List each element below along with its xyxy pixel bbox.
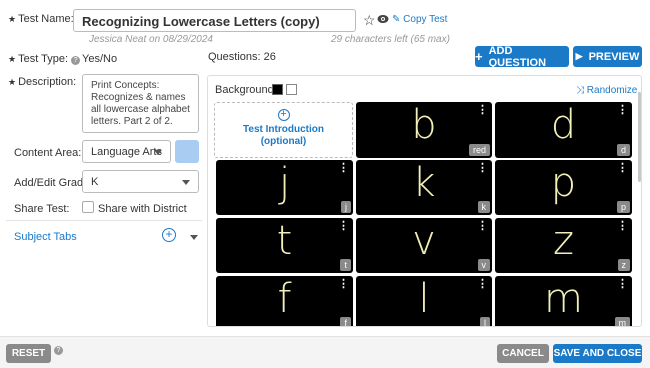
grade-label: Add/Edit Grade: xyxy=(14,177,93,189)
test-type-label: ★ Test Type: ? xyxy=(8,53,81,65)
more-icon[interactable]: ⋮ xyxy=(338,163,349,174)
question-card[interactable]: t ⋮ t xyxy=(216,218,353,273)
share-checkbox[interactable] xyxy=(82,201,94,213)
description-label: ★ Description: xyxy=(8,76,77,88)
more-icon[interactable]: ⋮ xyxy=(617,105,628,116)
preview-button[interactable]: ▶ PREVIEW xyxy=(573,46,642,67)
chevron-down-icon xyxy=(182,180,190,185)
question-card[interactable]: p ⋮ p xyxy=(495,160,632,215)
background-label: Background: xyxy=(215,84,277,96)
grade-select[interactable]: K xyxy=(82,170,199,193)
scrollbar[interactable] xyxy=(638,92,641,182)
star-icon[interactable]: ☆ xyxy=(363,12,376,29)
card-letter: z xyxy=(553,218,574,264)
eye-icon[interactable] xyxy=(377,14,389,27)
card-letter: f xyxy=(277,276,292,322)
card-letter: m xyxy=(544,276,583,322)
question-card[interactable]: f ⋮ f xyxy=(216,276,353,326)
randomize-link[interactable]: ⤨ Randomize xyxy=(576,85,637,96)
cancel-button[interactable]: CANCEL xyxy=(497,344,549,363)
reset-button[interactable]: RESET xyxy=(6,344,51,363)
background-black-swatch[interactable] xyxy=(272,84,283,95)
add-question-button[interactable]: + ADD QUESTION xyxy=(475,45,569,69)
question-card[interactable]: j ⋮ j xyxy=(216,160,353,215)
question-card[interactable]: m ⋮ m xyxy=(495,276,632,326)
card-tag: red xyxy=(468,144,490,156)
color-swatch[interactable] xyxy=(175,140,199,163)
card-tag: z xyxy=(617,259,630,271)
description-textarea[interactable]: Print Concepts: Recognizes & names all l… xyxy=(82,74,199,133)
question-card[interactable]: d ⋮ d xyxy=(495,102,632,158)
card-tag: j xyxy=(341,201,351,213)
plus-icon: + xyxy=(475,49,483,64)
question-card[interactable]: b ⋮ red xyxy=(356,102,492,158)
subject-tabs-link[interactable]: Subject Tabs xyxy=(14,231,77,243)
content-area-select[interactable]: Language Arts xyxy=(82,140,171,163)
help-icon[interactable]: ? xyxy=(54,346,63,355)
question-card[interactable]: l ⋮ l xyxy=(356,276,492,326)
card-letter: t xyxy=(276,218,293,264)
content-area-label: Content Area: xyxy=(14,147,82,159)
question-card[interactable]: v ⋮ v xyxy=(356,218,492,273)
more-icon[interactable]: ⋮ xyxy=(477,105,488,116)
test-introduction-tile[interactable]: + Test Introduction (optional) xyxy=(214,102,353,158)
intro-subtitle: (optional) xyxy=(260,136,307,147)
card-tag: d xyxy=(616,144,630,156)
questions-panel[interactable]: Background: ⤨ Randomize + Test Introduct… xyxy=(207,75,642,327)
more-icon[interactable]: ⋮ xyxy=(477,279,488,290)
card-letter: p xyxy=(550,160,577,206)
add-circle-icon: + xyxy=(277,109,290,121)
card-letter: b xyxy=(411,102,437,148)
test-name-input[interactable]: Recognizing Lowercase Letters (copy) xyxy=(73,9,356,32)
card-tag: v xyxy=(477,259,490,271)
card-tag: p xyxy=(616,201,630,213)
play-icon: ▶ xyxy=(575,51,583,61)
test-name-label: ★ Test Name: xyxy=(8,13,74,25)
card-letter: v xyxy=(412,218,436,264)
share-checkbox-label[interactable]: Share with District xyxy=(98,203,187,215)
shuffle-icon: ⤨ xyxy=(576,85,584,96)
card-tag: m xyxy=(614,317,630,326)
card-letter: l xyxy=(418,276,430,322)
card-letter: j xyxy=(278,160,291,206)
more-icon[interactable]: ⋮ xyxy=(617,221,628,232)
card-tag: l xyxy=(480,317,490,326)
more-icon[interactable]: ⋮ xyxy=(477,221,488,232)
help-icon[interactable]: ? xyxy=(71,56,81,65)
more-icon[interactable]: ⋮ xyxy=(617,163,628,174)
chevron-down-icon[interactable] xyxy=(190,235,198,240)
more-icon[interactable]: ⋮ xyxy=(477,163,488,174)
card-letter: k xyxy=(412,160,436,206)
test-type-value: Yes/No xyxy=(82,53,118,65)
divider xyxy=(6,220,202,221)
more-icon[interactable]: ⋮ xyxy=(338,221,349,232)
copy-test-link[interactable]: ✎ Copy Test xyxy=(392,14,447,25)
share-label: Share Test: xyxy=(14,203,70,215)
questions-count: Questions: 26 xyxy=(208,51,276,63)
pencil-icon: ✎ xyxy=(392,14,401,25)
card-tag: k xyxy=(477,201,490,213)
chevron-down-icon xyxy=(154,150,162,155)
more-icon[interactable]: ⋮ xyxy=(617,279,628,290)
author-date: Jessica Neat on 08/29/2024 xyxy=(89,34,213,45)
question-card[interactable]: k ⋮ k xyxy=(356,160,492,215)
characters-left: 29 characters left (65 max) xyxy=(331,34,450,45)
card-tag: f xyxy=(340,317,351,326)
more-icon[interactable]: ⋮ xyxy=(338,279,349,290)
card-tag: t xyxy=(340,259,351,271)
intro-title: Test Introduction xyxy=(243,124,324,135)
save-and-close-button[interactable]: SAVE AND CLOSE xyxy=(553,344,642,363)
add-tab-icon[interactable]: + xyxy=(162,228,176,242)
card-letter: d xyxy=(550,102,577,148)
background-white-swatch[interactable] xyxy=(286,84,297,95)
question-card[interactable]: z ⋮ z xyxy=(495,218,632,273)
